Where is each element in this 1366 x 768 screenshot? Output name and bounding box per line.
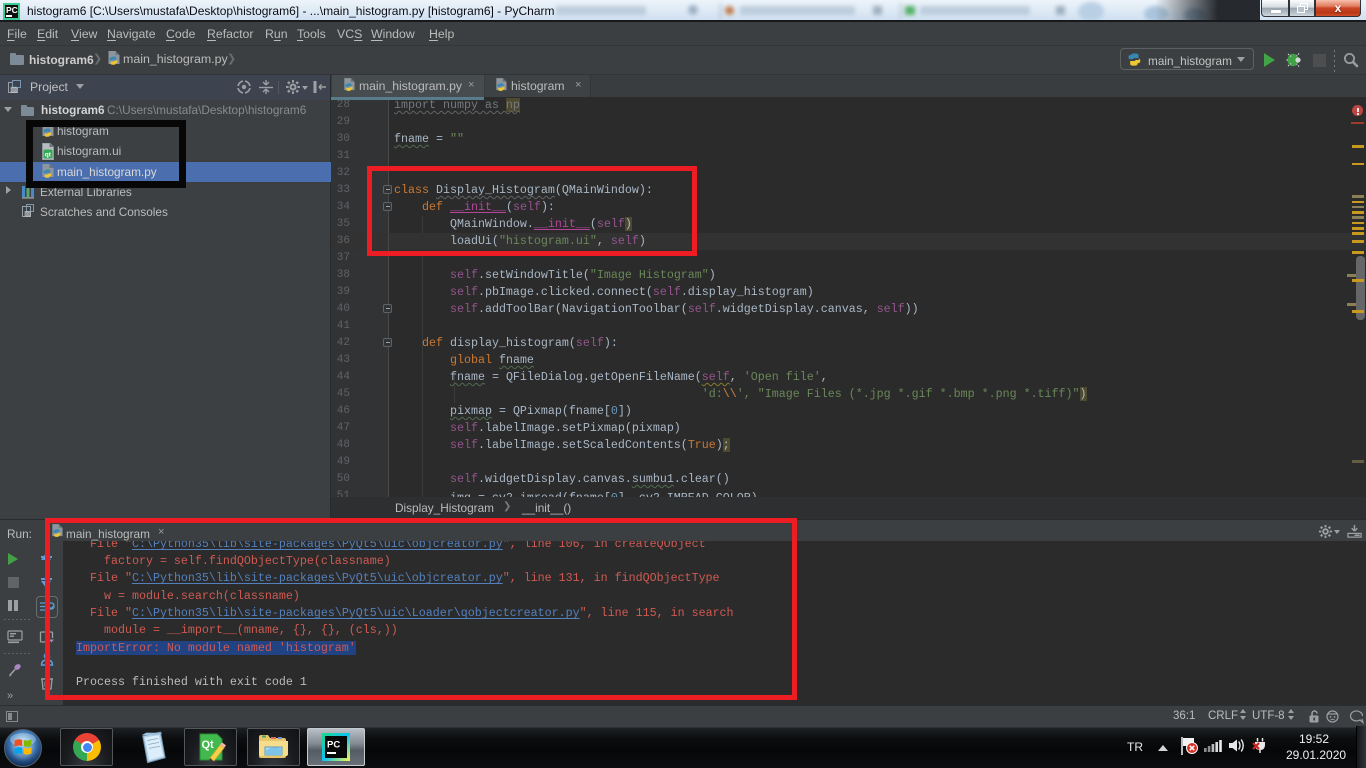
svg-text:Qt: Qt	[202, 739, 215, 751]
svg-text:PC: PC	[327, 740, 340, 751]
